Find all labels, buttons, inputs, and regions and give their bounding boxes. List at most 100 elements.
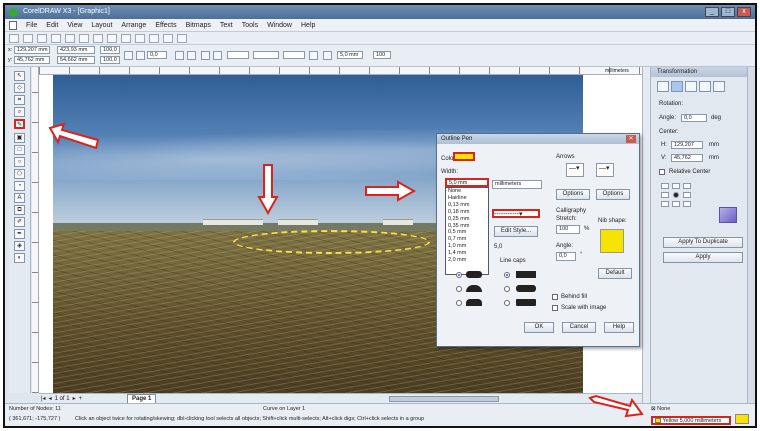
application-launcher-icon[interactable] xyxy=(163,33,173,43)
default-button[interactable]: Default xyxy=(598,268,632,279)
menu-bitmaps[interactable]: Bitmaps xyxy=(186,22,211,29)
edit-style-button[interactable]: Edit Style... xyxy=(494,226,538,237)
behind-fill-checkbox[interactable] xyxy=(552,294,558,300)
reverse-direction-icon[interactable] xyxy=(213,51,222,60)
apply-to-duplicate-button[interactable]: Apply To Duplicate xyxy=(663,237,743,248)
paste-icon[interactable] xyxy=(93,33,103,43)
width-option[interactable]: 0,35 mm xyxy=(448,223,488,230)
yellow-dashed-ellipse[interactable] xyxy=(233,230,430,254)
width-option[interactable]: 2,0 mm xyxy=(448,257,488,264)
width-field[interactable]: 423,93 mm xyxy=(57,46,95,54)
save-icon[interactable] xyxy=(37,33,47,43)
new-icon[interactable] xyxy=(9,33,19,43)
scale-tab-icon[interactable] xyxy=(685,81,697,92)
width-option[interactable]: 0,13 mm xyxy=(448,202,488,209)
outline-width-field[interactable]: 5,0 mm xyxy=(337,51,363,59)
maximize-button[interactable]: □ xyxy=(721,7,735,17)
cut-icon[interactable] xyxy=(65,33,75,43)
width-select[interactable]: 5,0 mm xyxy=(445,178,489,187)
undo-icon[interactable] xyxy=(107,33,117,43)
y-position-field[interactable]: 45,762 mm xyxy=(14,56,50,64)
menu-tools[interactable]: Tools xyxy=(242,22,258,29)
ok-button[interactable]: OK xyxy=(524,322,554,333)
center-h-input[interactable]: 129,207 xyxy=(671,141,703,149)
line-style-select[interactable] xyxy=(253,51,279,59)
corner-miter-radio[interactable] xyxy=(456,272,462,278)
cap-round-radio[interactable] xyxy=(504,286,510,292)
pick-tool-icon[interactable]: ↖ xyxy=(14,71,25,81)
corner-round-radio[interactable] xyxy=(456,286,462,292)
interactive-fill-tool-icon[interactable]: ◐ xyxy=(14,253,25,263)
size-tab-icon[interactable] xyxy=(699,81,711,92)
nib-shape-preview[interactable] xyxy=(600,229,624,253)
current-color-swatch[interactable] xyxy=(735,414,749,424)
width-option[interactable]: Hairline xyxy=(448,195,488,202)
outline-pen-icon[interactable] xyxy=(323,51,332,60)
relative-center-checkbox[interactable] xyxy=(659,169,665,175)
scale-x-field[interactable]: 100,0 xyxy=(100,46,120,54)
print-icon[interactable] xyxy=(51,33,61,43)
ellipse-tool-icon[interactable]: ○ xyxy=(14,157,25,167)
scale-y-field[interactable]: 100,0 xyxy=(100,56,120,64)
line-style-select[interactable]: - - - - - - - - - - - ▾ xyxy=(492,209,540,218)
smart-fill-tool-icon[interactable]: ▣ xyxy=(14,133,25,143)
help-button[interactable]: Help xyxy=(604,322,634,333)
x-position-field[interactable]: 129,207 mm xyxy=(14,46,50,54)
cap-butt-radio[interactable] xyxy=(504,272,510,278)
width-option[interactable]: None xyxy=(448,188,488,195)
minimize-button[interactable]: _ xyxy=(705,7,719,17)
width-option[interactable]: 0,25 mm xyxy=(448,216,488,223)
cancel-button[interactable]: Cancel xyxy=(562,322,596,333)
vertical-ruler[interactable] xyxy=(32,67,39,393)
menu-text[interactable]: Text xyxy=(220,22,233,29)
color-picker-button[interactable] xyxy=(453,152,475,161)
skew-tab-icon[interactable] xyxy=(713,81,725,92)
menu-help[interactable]: Help xyxy=(301,22,315,29)
angle-field[interactable]: 0,0 xyxy=(147,51,167,59)
outline-tool-icon[interactable]: ✒ xyxy=(14,229,25,239)
menu-edit[interactable]: Edit xyxy=(46,22,58,29)
import-icon[interactable] xyxy=(135,33,145,43)
fill-indicator[interactable]: ⊠ None xyxy=(651,406,670,412)
cap-square-radio[interactable] xyxy=(504,300,510,306)
stretch-input[interactable]: 100 xyxy=(556,225,580,234)
export-icon[interactable] xyxy=(149,33,159,43)
interactive-blend-tool-icon[interactable]: ⧉ xyxy=(14,205,25,215)
zoom-field[interactable]: 100 xyxy=(373,51,391,59)
apply-button[interactable]: Apply xyxy=(663,252,743,263)
mirror-v-icon[interactable] xyxy=(187,51,196,60)
lock-ratio-icon[interactable] xyxy=(124,51,133,60)
rectangle-tool-icon[interactable]: □ xyxy=(14,145,25,155)
angle-input[interactable]: 0,0 xyxy=(681,114,707,122)
polygon-tool-icon[interactable]: ⬠ xyxy=(14,169,25,179)
arrow-options-end-button[interactable]: Options xyxy=(596,189,630,200)
zoom-tool-icon[interactable]: ⌕ xyxy=(14,107,25,117)
copy-icon[interactable] xyxy=(79,33,89,43)
basic-shapes-tool-icon[interactable]: ◔ xyxy=(14,181,25,191)
menu-file[interactable]: File xyxy=(26,22,37,29)
vertical-scrollbar[interactable] xyxy=(642,67,650,403)
docker-tab-rail[interactable] xyxy=(747,67,755,403)
freehand-tool-icon[interactable]: ✎ xyxy=(14,119,25,129)
menu-layout[interactable]: Layout xyxy=(91,22,112,29)
end-arrow-picker[interactable]: —▾ xyxy=(596,163,614,177)
close-curve-icon[interactable] xyxy=(201,51,210,60)
miter-limit-field[interactable]: 5,0 xyxy=(494,244,502,250)
close-button[interactable]: x xyxy=(737,7,751,17)
mirror-h-icon[interactable] xyxy=(175,51,184,60)
eyedropper-tool-icon[interactable]: ✐ xyxy=(14,217,25,227)
start-arrow-picker[interactable]: —▾ xyxy=(566,163,584,177)
width-option[interactable]: 0,7 mm xyxy=(448,236,488,243)
position-tab-icon[interactable] xyxy=(657,81,669,92)
units-select[interactable]: millimeters xyxy=(492,180,542,189)
height-field[interactable]: 54,662 mm xyxy=(57,56,95,64)
end-arrow-select[interactable] xyxy=(283,51,305,59)
rotate-tab-icon[interactable] xyxy=(671,81,683,92)
shape-tool-icon[interactable]: ◇ xyxy=(14,83,25,93)
horizontal-scrollbar-thumb[interactable] xyxy=(389,396,499,402)
width-option[interactable]: 0,5 mm xyxy=(448,229,488,236)
wrap-text-icon[interactable] xyxy=(309,51,318,60)
open-icon[interactable] xyxy=(23,33,33,43)
menu-view[interactable]: View xyxy=(67,22,82,29)
corner-bevel-radio[interactable] xyxy=(456,300,462,306)
